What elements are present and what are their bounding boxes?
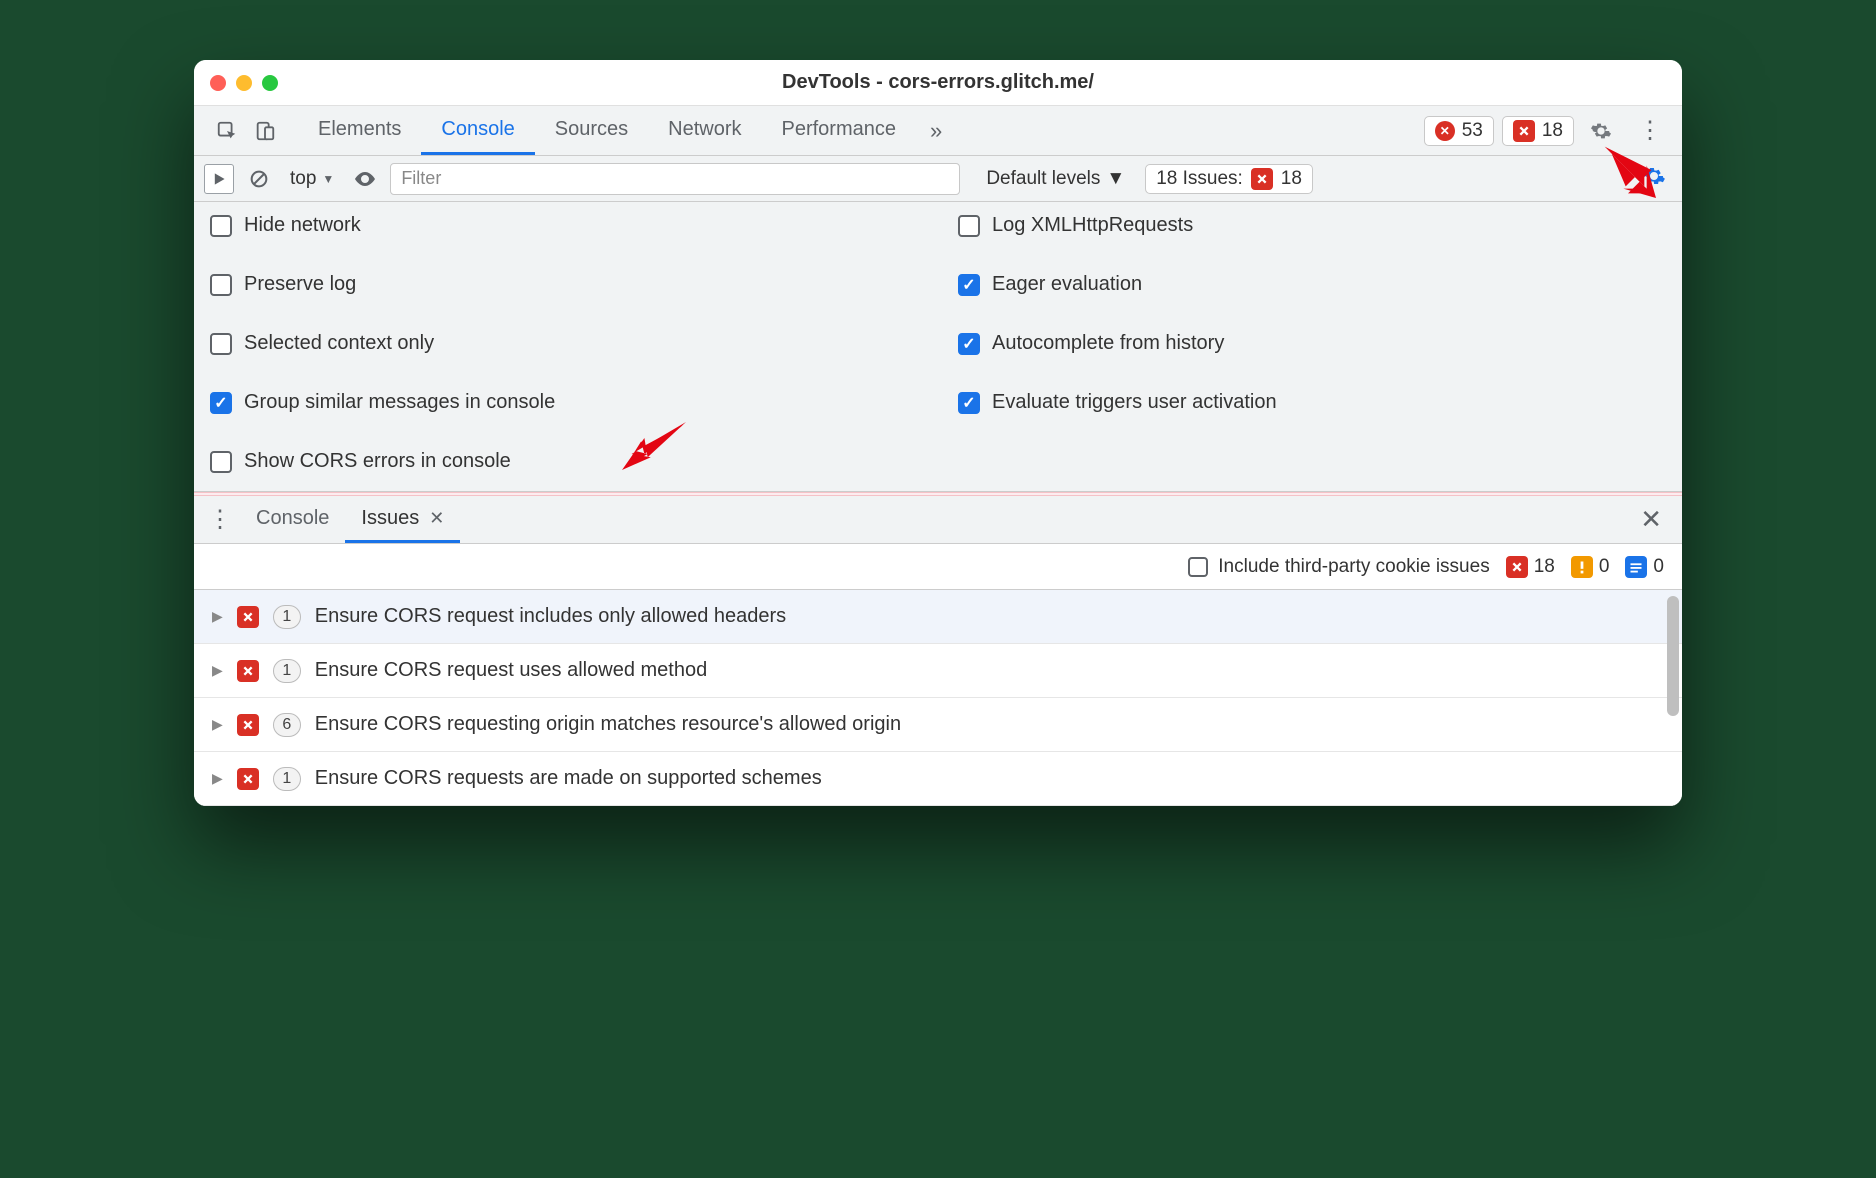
checkbox-autocomplete-history[interactable]: Autocomplete from history — [958, 332, 1666, 355]
issue-title: Ensure CORS request uses allowed method — [315, 659, 707, 682]
minimize-window-button[interactable] — [236, 75, 252, 91]
console-filter-bar: top ▼ Default levels ▼ 18 Issues: 18 — [194, 156, 1682, 202]
info-bubble-icon — [1625, 556, 1647, 578]
chevron-down-icon: ▼ — [1106, 168, 1125, 190]
issues-toolbar: Include third-party cookie issues 18 0 0 — [194, 544, 1682, 590]
titlebar: DevTools - cors-errors.glitch.me/ — [194, 60, 1682, 106]
issue-count: 6 — [273, 713, 301, 737]
expand-icon: ▶ — [212, 608, 223, 625]
panel-tabs: Elements Console Sources Network Perform… — [298, 106, 956, 155]
expand-icon: ▶ — [212, 770, 223, 787]
checkbox-preserve-log[interactable]: Preserve log — [210, 273, 918, 296]
checkbox-log-xhr[interactable]: Log XMLHttpRequests — [958, 214, 1666, 237]
issue-title: Ensure CORS requesting origin matches re… — [315, 713, 901, 736]
inspect-element-icon[interactable] — [208, 112, 246, 150]
live-expression-icon[interactable] — [350, 164, 380, 194]
tab-console[interactable]: Console — [421, 106, 534, 155]
issue-row[interactable]: ▶ 6 Ensure CORS requesting origin matche… — [194, 698, 1682, 752]
chevron-down-icon: ▼ — [322, 172, 334, 186]
tab-performance[interactable]: Performance — [762, 106, 917, 155]
maximize-window-button[interactable] — [262, 75, 278, 91]
message-count: 18 — [1542, 120, 1563, 142]
issue-title: Ensure CORS request includes only allowe… — [315, 605, 786, 628]
tab-sources[interactable]: Sources — [535, 106, 648, 155]
log-level-selector[interactable]: Default levels ▼ — [976, 168, 1135, 190]
tabs-overflow-button[interactable]: » — [916, 118, 956, 144]
expand-icon: ▶ — [212, 662, 223, 679]
devtools-window: DevTools - cors-errors.glitch.me/ Elemen… — [194, 60, 1682, 806]
error-bubble-icon — [1506, 556, 1528, 578]
issue-row[interactable]: ▶ 1 Ensure CORS request uses allowed met… — [194, 644, 1682, 698]
message-icon — [1513, 120, 1535, 142]
filter-input[interactable] — [390, 163, 960, 195]
error-bubble-icon — [237, 660, 259, 682]
drawer-menu-icon[interactable]: ⋮ — [208, 505, 240, 534]
console-settings-gear-icon[interactable] — [1636, 164, 1672, 193]
warning-bubble-icon — [1571, 556, 1593, 578]
scrollbar[interactable] — [1667, 596, 1679, 716]
checkbox-eager-eval[interactable]: Eager evaluation — [958, 273, 1666, 296]
count-errors[interactable]: 18 — [1506, 556, 1555, 578]
kebab-menu-icon[interactable]: ⋮ — [1628, 116, 1672, 145]
error-bubble-icon — [237, 714, 259, 736]
issue-count: 1 — [273, 767, 301, 791]
issues-list: ▶ 1 Ensure CORS request includes only al… — [194, 590, 1682, 806]
error-count: 53 — [1462, 120, 1483, 142]
settings-gear-icon[interactable] — [1582, 112, 1620, 150]
checkbox-include-3p-cookies[interactable]: Include third-party cookie issues — [1188, 556, 1489, 578]
issues-counter-button[interactable]: 18 Issues: 18 — [1145, 164, 1313, 194]
console-settings-panel: Hide network Preserve log Selected conte… — [194, 202, 1682, 492]
context-label: top — [290, 168, 316, 190]
issues-label: 18 Issues: — [1156, 168, 1243, 190]
drawer-tab-issues[interactable]: Issues ✕ — [345, 496, 460, 543]
tab-elements[interactable]: Elements — [298, 106, 421, 155]
message-count-badge[interactable]: 18 — [1502, 116, 1574, 146]
issues-count: 18 — [1281, 168, 1302, 190]
issue-row[interactable]: ▶ 1 Ensure CORS requests are made on sup… — [194, 752, 1682, 806]
checkbox-user-activation[interactable]: Evaluate triggers user activation — [958, 391, 1666, 414]
context-selector[interactable]: top ▼ — [284, 168, 340, 190]
issue-counts: 18 0 0 — [1506, 556, 1664, 578]
tab-network[interactable]: Network — [648, 106, 761, 155]
drawer-tab-console[interactable]: Console — [240, 496, 345, 543]
error-bubble-icon — [237, 606, 259, 628]
close-tab-icon[interactable]: ✕ — [429, 508, 444, 529]
expand-icon: ▶ — [212, 716, 223, 733]
execution-play-icon[interactable] — [204, 164, 234, 194]
issue-row[interactable]: ▶ 1 Ensure CORS request includes only al… — [194, 590, 1682, 644]
error-icon — [1435, 121, 1455, 141]
checkbox-group-similar[interactable]: Group similar messages in console — [210, 391, 918, 414]
log-level-label: Default levels — [986, 168, 1100, 190]
error-count-badge[interactable]: 53 — [1424, 116, 1494, 146]
device-toggle-icon[interactable] — [246, 112, 284, 150]
window-title: DevTools - cors-errors.glitch.me/ — [194, 71, 1682, 94]
checkbox-show-cors[interactable]: Show CORS errors in console — [210, 450, 918, 473]
issue-count: 1 — [273, 659, 301, 683]
clear-console-icon[interactable] — [244, 164, 274, 194]
issue-count: 1 — [273, 605, 301, 629]
checkbox-selected-context[interactable]: Selected context only — [210, 332, 918, 355]
close-window-button[interactable] — [210, 75, 226, 91]
checkbox-hide-network[interactable]: Hide network — [210, 214, 918, 237]
error-bubble-icon — [237, 768, 259, 790]
count-info[interactable]: 0 — [1625, 556, 1664, 578]
issue-title: Ensure CORS requests are made on support… — [315, 767, 822, 790]
close-drawer-icon[interactable]: ✕ — [1634, 504, 1668, 535]
count-warnings[interactable]: 0 — [1571, 556, 1610, 578]
drawer-tabs: ⋮ Console Issues ✕ ✕ — [194, 496, 1682, 544]
issues-red-icon — [1251, 168, 1273, 190]
traffic-lights — [210, 75, 278, 91]
main-toolbar: Elements Console Sources Network Perform… — [194, 106, 1682, 156]
